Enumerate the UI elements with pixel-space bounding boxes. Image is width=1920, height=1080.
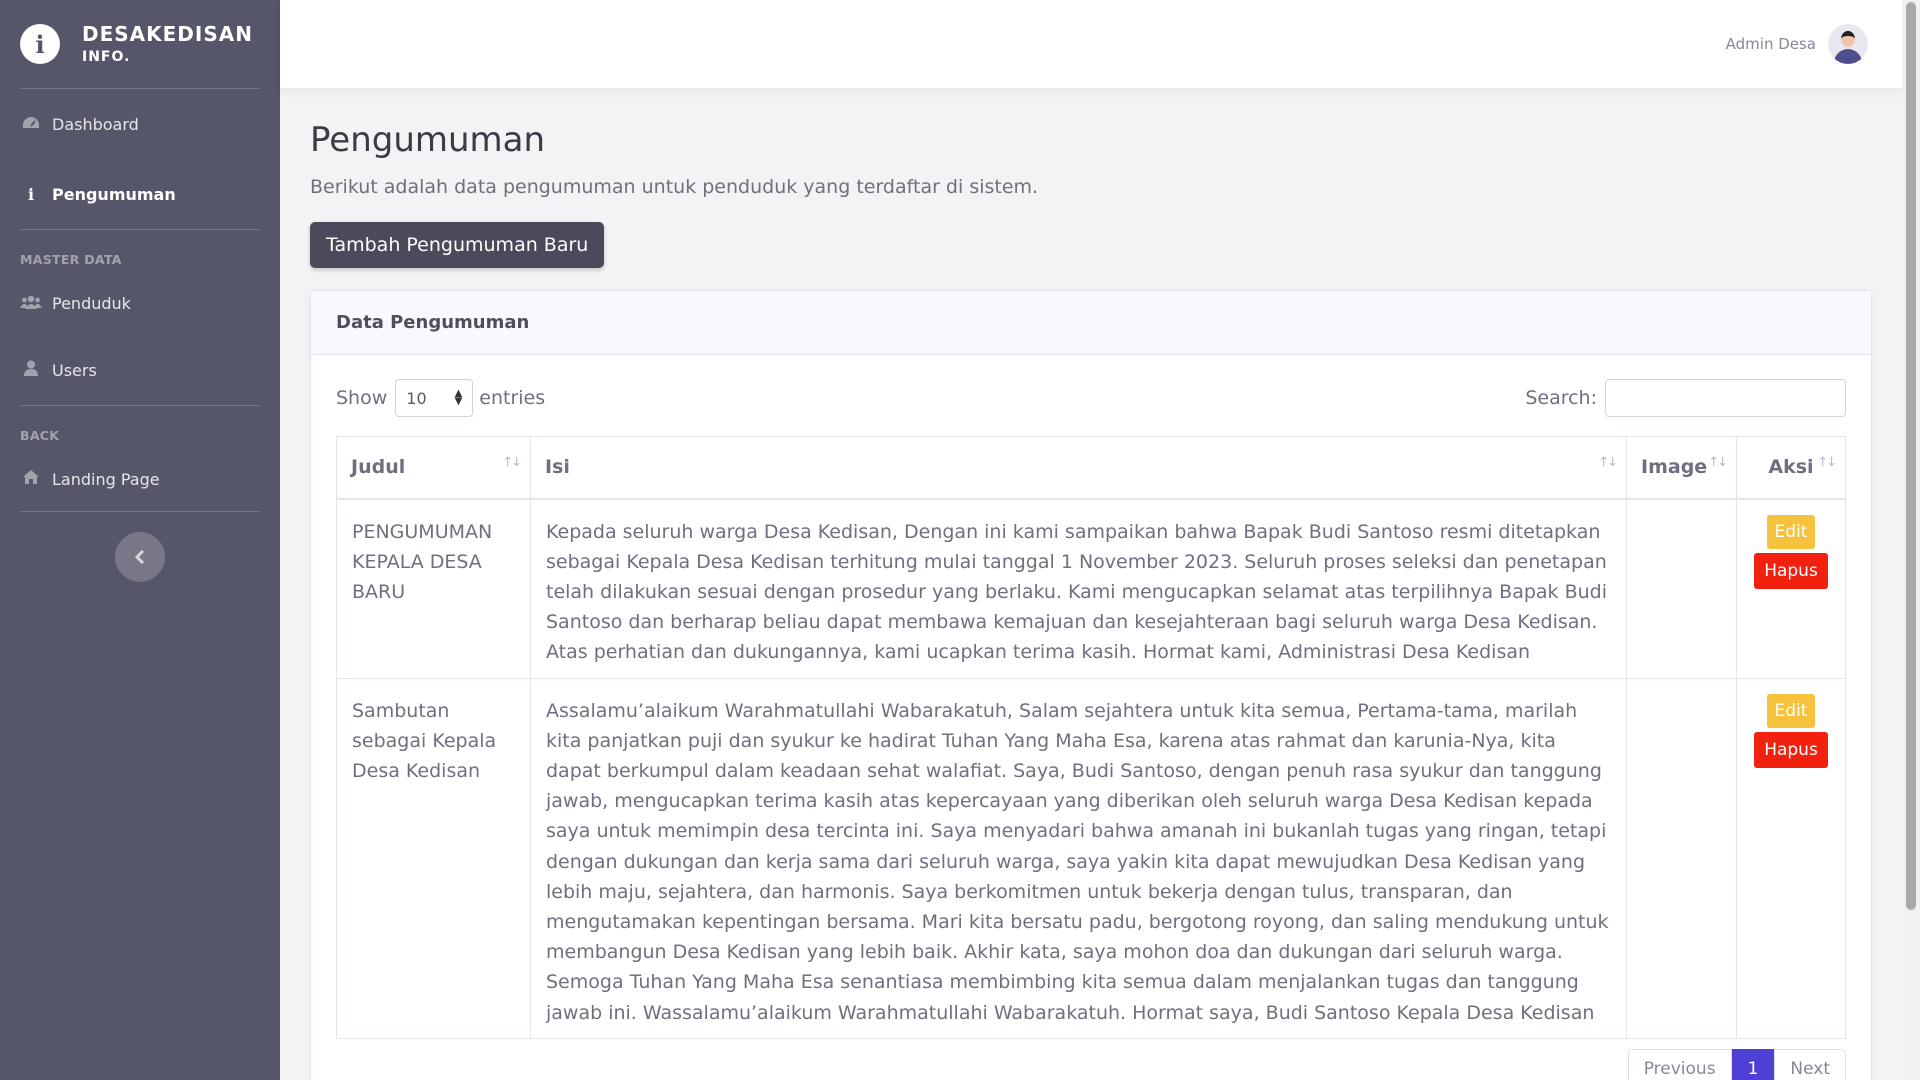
sidebar-item-dashboard[interactable]: Dashboard (0, 89, 280, 159)
show-label: Show (336, 387, 388, 409)
brand-line1: DESAKEDISAN (82, 21, 253, 46)
sort-icon: ↑↓ (1598, 455, 1618, 470)
search-box: Search: (1525, 379, 1846, 417)
entries-select[interactable]: 10 ▲ ▼ (395, 379, 474, 417)
cell-judul: PENGUMUMAN KEPALA DESA BARU (336, 498, 531, 679)
table-row: PENGUMUMAN KEPALA DESA BARU Kepada selur… (336, 498, 1846, 679)
sort-icon: ↑↓ (502, 455, 522, 470)
sidebar-toggle-button[interactable] (115, 532, 165, 582)
delete-button[interactable]: Hapus (1754, 552, 1828, 589)
table-row: Sambutan sebagai Kepala Desa Kedisan Ass… (336, 677, 1846, 1039)
home-icon (20, 469, 42, 489)
info-icon: i (27, 184, 35, 204)
sidebar-item-label: Pengumuman (52, 184, 176, 204)
sidebar-item-label: Landing Page (52, 469, 160, 489)
cell-isi: Kepada seluruh warga Desa Kedisan, Denga… (530, 498, 1627, 679)
avatar[interactable] (1828, 24, 1868, 64)
page-description: Berikut adalah data pengumuman untuk pen… (310, 176, 1039, 198)
cell-aksi: Edit Hapus (1736, 498, 1846, 679)
column-header-judul[interactable]: Judul ↑↓ (336, 436, 531, 500)
info-icon: i (20, 24, 60, 64)
select-arrows-icon: ▲ ▼ (454, 388, 463, 407)
sidebar-item-users[interactable]: Users (0, 335, 280, 405)
card-title: Data Pengumuman (311, 291, 1871, 355)
search-label: Search: (1525, 387, 1597, 409)
announcement-table: Judul ↑↓ Isi ↑↓ Image ↑↓ Aksi ↑↓ PENGUMUMAN … (336, 436, 1846, 1039)
table-controls: Show 10 ▲ ▼ entries Search: (336, 379, 1846, 417)
search-input[interactable] (1605, 379, 1846, 417)
entries-label: entries (479, 387, 546, 409)
cell-image (1626, 498, 1737, 679)
sidebar-item-label: Penduduk (52, 293, 131, 313)
sidebar-item-landing-page[interactable]: Landing Page (0, 447, 280, 511)
sidebar-divider (20, 511, 260, 512)
pagination: Previous 1 Next (336, 1048, 1846, 1080)
pagination-page-1[interactable]: 1 (1731, 1048, 1775, 1080)
sidebar-item-label: Dashboard (52, 114, 139, 134)
sidebar-item-pengumuman[interactable]: i Pengumuman (0, 159, 280, 229)
brand-line2: INFO. (82, 48, 131, 65)
entries-length: Show 10 ▲ ▼ entries (336, 379, 545, 417)
sidebar-item-penduduk[interactable]: Penduduk (0, 271, 280, 335)
cell-isi: Assalamu’alaikum Warahmatullahi Wabaraka… (530, 677, 1627, 1039)
entries-value: 10 (406, 388, 427, 408)
sidebar: i DESAKEDISAN INFO. Dashboard i Pengumum… (0, 0, 280, 1080)
data-card: Data Pengumuman Show 10 ▲ ▼ entries Searc… (310, 290, 1872, 1080)
brand-text: DESAKEDISAN INFO. (82, 22, 253, 67)
edit-button[interactable]: Edit (1766, 693, 1816, 728)
pagination-next[interactable]: Next (1774, 1048, 1846, 1080)
delete-button[interactable]: Hapus (1754, 731, 1828, 768)
column-header-image[interactable]: Image ↑↓ (1626, 436, 1737, 500)
cell-aksi: Edit Hapus (1736, 677, 1846, 1039)
user-icon (20, 360, 42, 380)
chevron-left-icon (134, 545, 146, 570)
add-announcement-button[interactable]: Tambah Pengumuman Baru (310, 222, 605, 268)
column-header-aksi[interactable]: Aksi ↑↓ (1736, 436, 1846, 500)
sidebar-item-label: Users (52, 360, 97, 380)
sidebar-heading-back: BACK (20, 428, 60, 443)
main-content: Pengumuman Berikut adalah data pengumuma… (310, 88, 1872, 1080)
user-name[interactable]: Admin Desa (1726, 35, 1816, 53)
topbar: Admin Desa (280, 0, 1902, 88)
tachometer-icon (20, 115, 42, 134)
page-scrollbar[interactable] (1902, 0, 1920, 1080)
table-header-row: Judul ↑↓ Isi ↑↓ Image ↑↓ Aksi ↑↓ (336, 436, 1846, 500)
avatar-body (1834, 49, 1862, 64)
scrollbar-thumb[interactable] (1906, 2, 1916, 910)
cell-judul: Sambutan sebagai Kepala Desa Kedisan (336, 677, 531, 1039)
sort-icon: ↑↓ (1817, 455, 1837, 470)
pagination-previous[interactable]: Previous (1627, 1048, 1732, 1080)
card-body: Show 10 ▲ ▼ entries Search: Judul ↑↓ Isi… (311, 355, 1871, 1080)
sort-icon: ↑↓ (1708, 455, 1728, 470)
avatar-head (1841, 31, 1855, 47)
edit-button[interactable]: Edit (1766, 514, 1816, 549)
page-title: Pengumuman (310, 120, 546, 160)
users-icon (20, 294, 42, 313)
sidebar-heading-master: MASTER DATA (20, 252, 122, 267)
brand[interactable]: i DESAKEDISAN INFO. (0, 0, 280, 88)
cell-image (1626, 677, 1737, 1039)
column-header-isi[interactable]: Isi ↑↓ (530, 436, 1627, 500)
